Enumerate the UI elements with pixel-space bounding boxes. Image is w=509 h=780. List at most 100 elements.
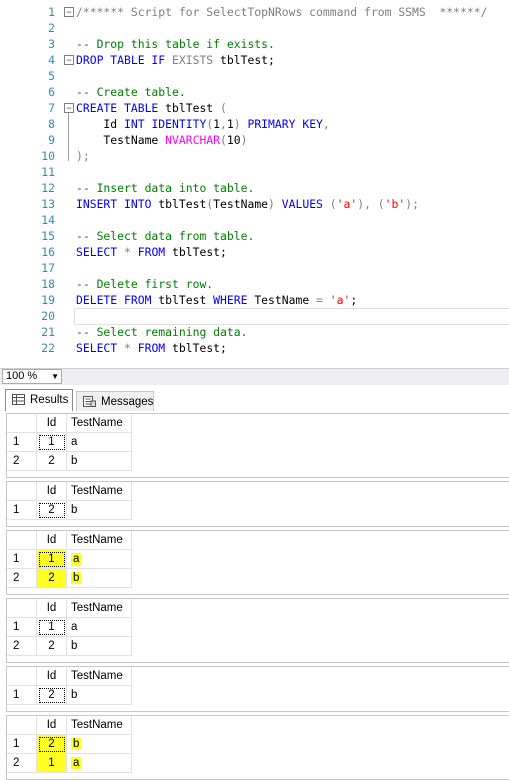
column-header-id[interactable]: Id	[37, 414, 67, 433]
table-row[interactable]: 11a	[7, 433, 132, 452]
row-number[interactable]: 1	[7, 550, 37, 569]
table-row[interactable]: 22b	[7, 569, 132, 588]
cell-testname[interactable]: b	[67, 637, 132, 656]
row-number[interactable]: 1	[7, 686, 37, 705]
code-line[interactable]: 2	[0, 20, 509, 36]
code-line[interactable]: 3 -- Drop this table if exists.	[0, 36, 509, 52]
row-selector-header[interactable]	[7, 482, 37, 501]
code-line[interactable]: 11	[0, 164, 509, 180]
row-number[interactable]: 1	[7, 735, 37, 754]
table-row[interactable]: 11a	[7, 550, 132, 569]
code-token: -- Insert data into table.	[76, 181, 255, 195]
cell-id[interactable]: 2	[37, 501, 67, 520]
code-token: INT IDENTITY	[124, 117, 207, 131]
cell-testname[interactable]: b	[67, 735, 132, 754]
table-row[interactable]: 12b	[7, 686, 132, 705]
result-grid[interactable]: Id TestName 1 2 b	[6, 666, 509, 712]
table-row[interactable]: 22b	[7, 452, 132, 471]
grid-header: Id TestName	[7, 414, 132, 433]
table-row[interactable]: 11a	[7, 618, 132, 637]
row-selector-header[interactable]	[7, 599, 37, 618]
code-text: -- Drop this table if exists.	[76, 36, 275, 52]
result-grid[interactable]: Id TestName 1 1 a 2 2 b	[6, 530, 509, 595]
table-row[interactable]: 12b	[7, 501, 132, 520]
code-token: 10	[226, 133, 241, 147]
row-number[interactable]: 2	[7, 637, 37, 656]
table-row[interactable]: 21a	[7, 754, 132, 773]
row-selector-header[interactable]	[7, 414, 37, 433]
row-selector-header[interactable]	[7, 531, 37, 550]
cell-testname[interactable]: b	[67, 569, 132, 588]
column-header-testname[interactable]: TestName	[67, 716, 132, 735]
chevron-down-icon[interactable]: ▼	[51, 370, 59, 383]
code-line[interactable]: 15 -- Select data from table.	[0, 228, 509, 244]
code-line[interactable]: 1−/****** Script for SelectTopNRows comm…	[0, 4, 509, 20]
table-row[interactable]: 12b	[7, 735, 132, 754]
cell-testname[interactable]: a	[67, 550, 132, 569]
code-line[interactable]: 14	[0, 212, 509, 228]
cell-id[interactable]: 1	[37, 433, 67, 452]
row-number[interactable]: 2	[7, 569, 37, 588]
result-grid[interactable]: Id TestName 1 1 a 2 2 b	[6, 413, 509, 478]
code-line[interactable]: 4− DROP TABLE IF EXISTS tblTest;	[0, 52, 509, 68]
tab-messages[interactable]: Messages	[76, 391, 154, 412]
code-line[interactable]: 19 DELETE FROM tblTest WHERE TestName = '…	[0, 292, 509, 308]
cell-id[interactable]: 2	[37, 569, 67, 588]
cell-id[interactable]: 2	[37, 686, 67, 705]
zoom-select[interactable]: 100 % ▼	[2, 369, 62, 384]
code-line[interactable]: 7− CREATE TABLE tblTest (	[0, 100, 509, 116]
column-header-id[interactable]: Id	[37, 531, 67, 550]
cell-testname[interactable]: b	[67, 452, 132, 471]
result-grid[interactable]: Id TestName 1 2 b	[6, 481, 509, 527]
row-number[interactable]: 1	[7, 501, 37, 520]
code-line[interactable]: 8 Id INT IDENTITY(1,1) PRIMARY KEY,	[0, 116, 509, 132]
column-header-testname[interactable]: TestName	[67, 482, 132, 501]
column-header-testname[interactable]: TestName	[67, 599, 132, 618]
cell-id[interactable]: 2	[37, 735, 67, 754]
column-header-testname[interactable]: TestName	[67, 667, 132, 686]
cell-id[interactable]: 2	[37, 637, 67, 656]
code-line[interactable]: 12 -- Insert data into table.	[0, 180, 509, 196]
result-grid[interactable]: Id TestName 1 1 a 2 2 b	[6, 598, 509, 663]
row-selector-header[interactable]	[7, 667, 37, 686]
collapse-icon[interactable]: −	[64, 55, 74, 65]
column-header-id[interactable]: Id	[37, 667, 67, 686]
cell-id[interactable]: 2	[37, 452, 67, 471]
column-header-id[interactable]: Id	[37, 599, 67, 618]
cell-id[interactable]: 1	[37, 754, 67, 773]
code-line[interactable]: 13 INSERT INTO tblTest(TestName) VALUES (…	[0, 196, 509, 212]
code-line[interactable]: 22 SELECT * FROM tblTest;	[0, 340, 509, 356]
cell-testname[interactable]: b	[67, 501, 132, 520]
result-grid[interactable]: Id TestName 1 2 b 2 1 a	[6, 715, 509, 780]
code-line[interactable]: 20	[0, 308, 509, 324]
code-line[interactable]: 17	[0, 260, 509, 276]
collapse-icon[interactable]: −	[64, 103, 74, 113]
cell-testname[interactable]: a	[67, 433, 132, 452]
column-header-id[interactable]: Id	[37, 482, 67, 501]
row-number[interactable]: 2	[7, 452, 37, 471]
cell-id[interactable]: 1	[37, 618, 67, 637]
cell-testname[interactable]: a	[67, 618, 132, 637]
code-line[interactable]: 18 -- Delete first row.	[0, 276, 509, 292]
code-line[interactable]: 6 -- Create table.	[0, 84, 509, 100]
code-line[interactable]: 16 SELECT * FROM tblTest;	[0, 244, 509, 260]
code-line[interactable]: 9 TestName NVARCHAR(10)	[0, 132, 509, 148]
code-line[interactable]: 21 -- Select remaining data.	[0, 324, 509, 340]
tab-results[interactable]: Results	[5, 389, 73, 412]
query-editor[interactable]: 1−/****** Script for SelectTopNRows comm…	[0, 0, 509, 369]
cell-testname[interactable]: b	[67, 686, 132, 705]
line-number: 2	[48, 21, 55, 35]
row-number[interactable]: 2	[7, 754, 37, 773]
table-row[interactable]: 22b	[7, 637, 132, 656]
row-selector-header[interactable]	[7, 716, 37, 735]
column-header-id[interactable]: Id	[37, 716, 67, 735]
code-line[interactable]: 10);	[0, 148, 509, 164]
column-header-testname[interactable]: TestName	[67, 414, 132, 433]
cell-testname[interactable]: a	[67, 754, 132, 773]
row-number[interactable]: 1	[7, 618, 37, 637]
row-number[interactable]: 1	[7, 433, 37, 452]
cell-id[interactable]: 1	[37, 550, 67, 569]
code-line[interactable]: 5	[0, 68, 509, 84]
column-header-testname[interactable]: TestName	[67, 531, 132, 550]
collapse-icon[interactable]: −	[64, 7, 74, 17]
